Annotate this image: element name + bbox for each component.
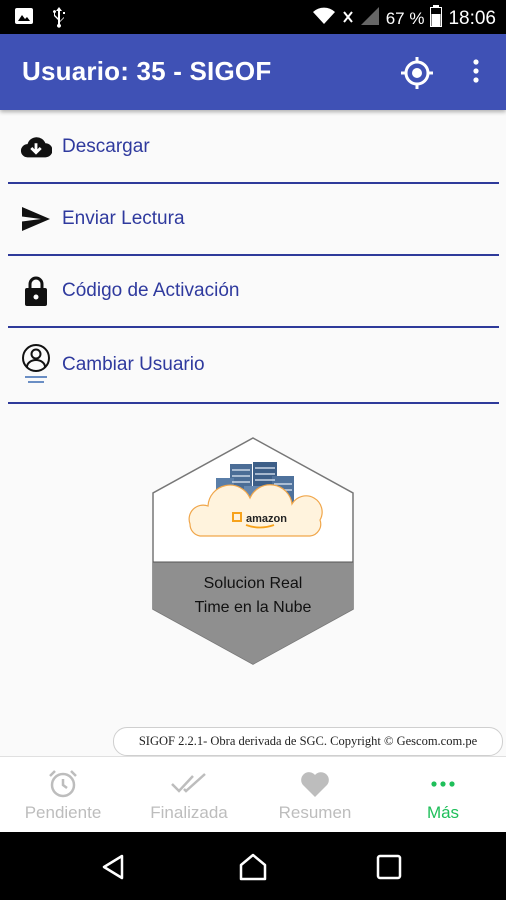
- cloud-solution-badge: amazon Solucion Real Time en la Nube: [150, 436, 356, 666]
- app-bar: Usuario: 35 - SIGOF: [0, 34, 506, 110]
- more-vert-icon[interactable]: [464, 56, 488, 91]
- nav-label: Resumen: [278, 803, 352, 822]
- location-target-icon[interactable]: [400, 56, 434, 95]
- nav-mas[interactable]: Más: [380, 757, 506, 833]
- badge-caption-line1: Solucion Real: [204, 575, 303, 592]
- nav-label: Más: [426, 803, 460, 822]
- lock-icon: [20, 275, 52, 307]
- nav-resumen[interactable]: Resumen: [252, 757, 378, 833]
- menu-item-descargar[interactable]: Descargar: [8, 112, 499, 184]
- image-icon: [14, 6, 34, 33]
- menu-label: Descargar: [62, 136, 150, 157]
- nav-finalizada[interactable]: Finalizada: [126, 757, 252, 833]
- copyright-note: SIGOF 2.2.1- Obra derivada de SGC. Copyr…: [113, 727, 503, 756]
- cloud-download-icon: [20, 131, 52, 163]
- system-navigation-bar: [0, 832, 506, 900]
- recents-icon[interactable]: [376, 854, 402, 885]
- menu-item-enviar-lectura[interactable]: Enviar Lectura: [8, 184, 499, 256]
- battery-percent: 67 %: [385, 8, 425, 28]
- send-icon: [20, 203, 52, 235]
- menu-label: Enviar Lectura: [62, 208, 185, 229]
- heart-icon: [300, 769, 330, 799]
- aws-logo-text: amazon: [246, 513, 287, 525]
- alarm-icon: [48, 769, 78, 799]
- double-check-icon: [171, 769, 207, 799]
- user-switch-icon: [20, 343, 52, 387]
- battery-icon: [430, 5, 443, 32]
- menu-item-cambiar-usuario[interactable]: Cambiar Usuario: [8, 328, 499, 404]
- signal-icon: [360, 6, 380, 31]
- app-title: Usuario: 35 - SIGOF: [22, 56, 272, 86]
- home-icon[interactable]: [238, 852, 268, 887]
- nav-label: Pendiente: [24, 803, 102, 822]
- badge-caption-line2: Time en la Nube: [195, 599, 312, 616]
- more-horiz-icon: [430, 769, 456, 799]
- menu-label: Código de Activación: [62, 280, 240, 301]
- status-bar: 67 % 18:06: [0, 0, 506, 34]
- no-sim-icon: [342, 9, 354, 29]
- back-icon[interactable]: [100, 854, 126, 885]
- menu-label: Cambiar Usuario: [62, 354, 205, 375]
- menu-item-codigo-activacion[interactable]: Código de Activación: [8, 256, 499, 328]
- wifi-icon: [312, 6, 336, 31]
- nav-label: Finalizada: [150, 803, 228, 822]
- clock: 18:06: [448, 7, 496, 29]
- bottom-navigation: Pendiente Finalizada Resumen Más: [0, 756, 506, 833]
- nav-pendiente[interactable]: Pendiente: [0, 757, 126, 833]
- usb-icon: [50, 6, 68, 33]
